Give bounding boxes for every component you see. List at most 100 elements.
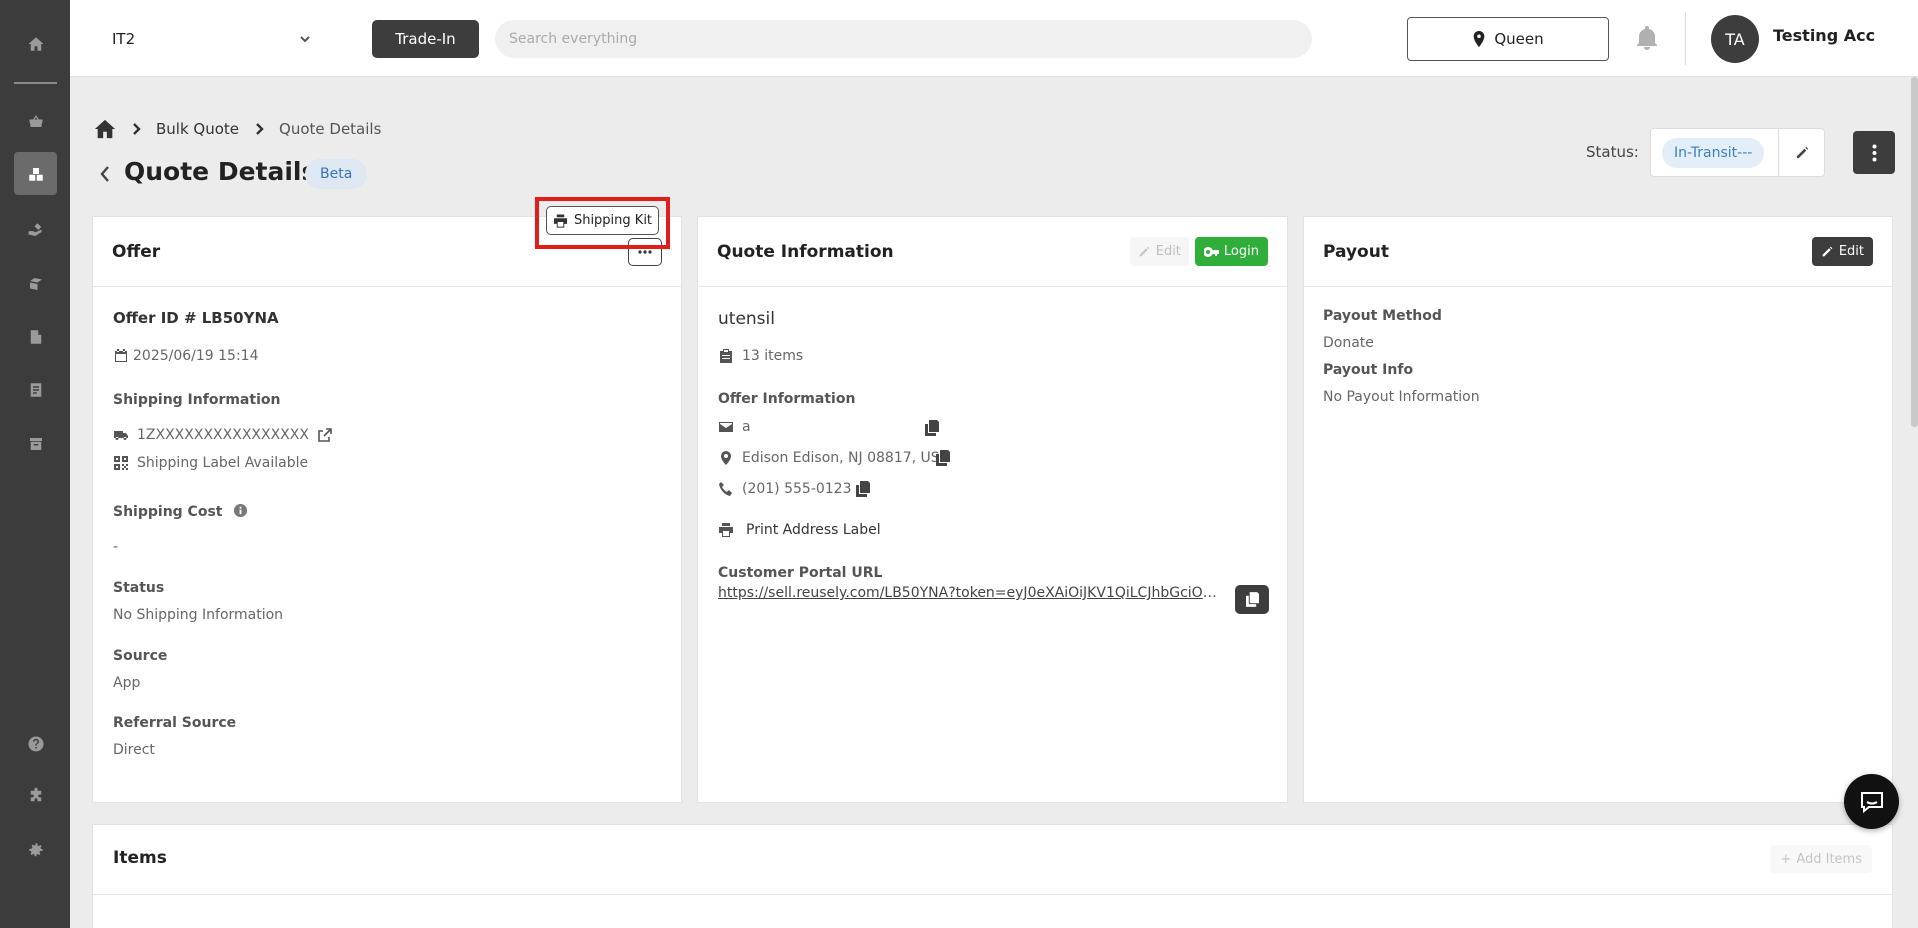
items-count-row: 13 items xyxy=(718,348,803,364)
payout-info-value: No Payout Information xyxy=(1323,389,1480,405)
more-actions-button[interactable] xyxy=(1853,131,1895,174)
trade-in-button[interactable]: Trade-In xyxy=(372,20,479,58)
shipping-cost-label-text: Shipping Cost xyxy=(113,504,223,520)
sidebar-item-archive[interactable] xyxy=(14,422,57,465)
print-address-label-text: Print Address Label xyxy=(746,522,881,538)
printer-icon xyxy=(553,213,568,228)
building-icon xyxy=(30,329,41,344)
offer-card: Offer Offer ID # LB50YNA 2025/06/19 15:1… xyxy=(92,216,682,803)
tracking-row: 1ZXXXXXXXXXXXXXXXX xyxy=(113,427,333,443)
mail-icon xyxy=(719,422,733,432)
external-link-icon[interactable] xyxy=(317,427,333,443)
payout-edit-button[interactable]: Edit xyxy=(1811,237,1873,266)
qr-code-icon xyxy=(114,456,128,470)
search-input[interactable] xyxy=(495,20,1312,58)
notifications-button[interactable] xyxy=(1636,26,1660,50)
payout-card-title: Payout xyxy=(1323,241,1389,262)
hand-icon xyxy=(28,222,42,236)
offer-id: Offer ID # LB50YNA xyxy=(113,309,279,327)
copy-address-button[interactable] xyxy=(936,450,950,470)
status-edit-button[interactable] xyxy=(1778,129,1825,176)
address-row: Edison Edison, NJ 08817, US xyxy=(718,450,940,466)
sidebar-item-help[interactable] xyxy=(14,722,57,765)
stack-icon xyxy=(29,277,42,290)
shipping-info-label: Shipping Information xyxy=(113,392,281,408)
location-label: Queen xyxy=(1494,30,1544,48)
help-icon xyxy=(28,736,43,751)
print-address-label-button[interactable]: Print Address Label xyxy=(718,522,881,538)
chevron-right-icon xyxy=(256,123,264,135)
user-name[interactable]: Testing Acc xyxy=(1773,26,1875,45)
offer-status-label: Status xyxy=(113,580,165,596)
sidebar-item-hand[interactable] xyxy=(14,208,57,251)
source-value: App xyxy=(113,675,141,691)
sidebar xyxy=(0,0,70,928)
sidebar-item-integrations[interactable] xyxy=(14,774,57,817)
offer-info-label: Offer Information xyxy=(718,391,856,407)
org-select-value: IT2 xyxy=(112,30,136,48)
info-icon[interactable] xyxy=(233,503,248,518)
location-button[interactable]: Queen xyxy=(1407,17,1609,61)
customer-email: a xyxy=(742,419,751,435)
customer-phone: (201) 555-0123 xyxy=(742,481,852,497)
shipping-cost-label: Shipping Cost xyxy=(113,503,248,520)
puzzle-icon xyxy=(30,787,41,801)
breadcrumb: Bulk Quote Quote Details xyxy=(94,118,381,140)
location-pin-icon xyxy=(1474,31,1485,47)
location-pin-icon xyxy=(721,451,731,465)
org-select[interactable]: IT2 xyxy=(112,27,312,51)
portal-url-link[interactable]: https://sell.reusely.com/LB50YNA?token=e… xyxy=(718,585,1218,601)
archive-icon xyxy=(29,437,42,450)
breadcrumb-bulk-quote[interactable]: Bulk Quote xyxy=(156,120,239,138)
status-label: Status: xyxy=(1586,143,1639,161)
home-icon xyxy=(28,36,43,51)
sidebar-item-basket[interactable] xyxy=(14,99,57,142)
shipping-kit-label: Shipping Kit xyxy=(573,213,653,228)
sidebar-item-building[interactable] xyxy=(14,315,57,358)
basket-icon xyxy=(28,114,43,127)
chat-button[interactable] xyxy=(1844,774,1899,829)
login-button[interactable]: Login xyxy=(1194,237,1268,266)
back-button[interactable] xyxy=(98,165,112,187)
offer-date-row: 2025/06/19 15:14 xyxy=(113,348,259,364)
avatar[interactable]: TA xyxy=(1711,15,1759,63)
truck-icon xyxy=(114,431,128,440)
tracking-number: 1ZXXXXXXXXXXXXXXXX xyxy=(137,427,309,443)
ellipsis-icon xyxy=(638,249,652,254)
shipping-kit-button[interactable]: Shipping Kit xyxy=(546,206,659,235)
chevron-right-icon xyxy=(133,123,141,135)
sidebar-item-settings[interactable] xyxy=(14,828,57,871)
copy-phone-button[interactable] xyxy=(856,481,870,501)
source-label: Source xyxy=(113,648,168,664)
sidebar-item-home[interactable] xyxy=(14,22,57,65)
add-items-button[interactable]: + Add Items xyxy=(1770,845,1872,873)
email-row: a xyxy=(718,419,751,435)
offer-card-title: Offer xyxy=(112,241,161,262)
copy-icon xyxy=(925,420,939,436)
offer-date: 2025/06/19 15:14 xyxy=(133,348,259,364)
boxes-icon xyxy=(28,167,43,181)
copy-email-button[interactable] xyxy=(925,420,939,440)
label-available-text: Shipping Label Available xyxy=(137,455,309,471)
scrollbar[interactable] xyxy=(1911,77,1918,427)
bell-icon xyxy=(1637,26,1657,50)
home-icon[interactable] xyxy=(94,118,116,140)
sidebar-item-stack[interactable] xyxy=(14,262,57,305)
copy-portal-url-button[interactable] xyxy=(1235,585,1269,614)
copy-icon xyxy=(936,450,950,466)
portal-url-label: Customer Portal URL xyxy=(718,565,883,581)
breadcrumb-current: Quote Details xyxy=(279,120,382,138)
sidebar-item-bulk-quote[interactable] xyxy=(14,152,57,195)
sidebar-item-document[interactable] xyxy=(14,368,57,411)
payout-card-header: Payout Edit xyxy=(1304,217,1892,287)
payout-card: Payout Edit Payout Method Donate Payout … xyxy=(1303,216,1893,803)
quote-edit-button[interactable]: Edit xyxy=(1129,237,1189,266)
document-icon xyxy=(30,382,41,397)
printer-icon xyxy=(719,523,733,537)
clipboard-icon xyxy=(720,349,732,363)
phone-icon xyxy=(719,482,732,496)
payout-edit-label: Edit xyxy=(1838,244,1864,259)
kebab-icon xyxy=(1872,144,1876,161)
top-bar: IT2 Trade-In Queen TA Testing Acc xyxy=(70,0,1918,77)
sidebar-divider xyxy=(14,82,57,84)
